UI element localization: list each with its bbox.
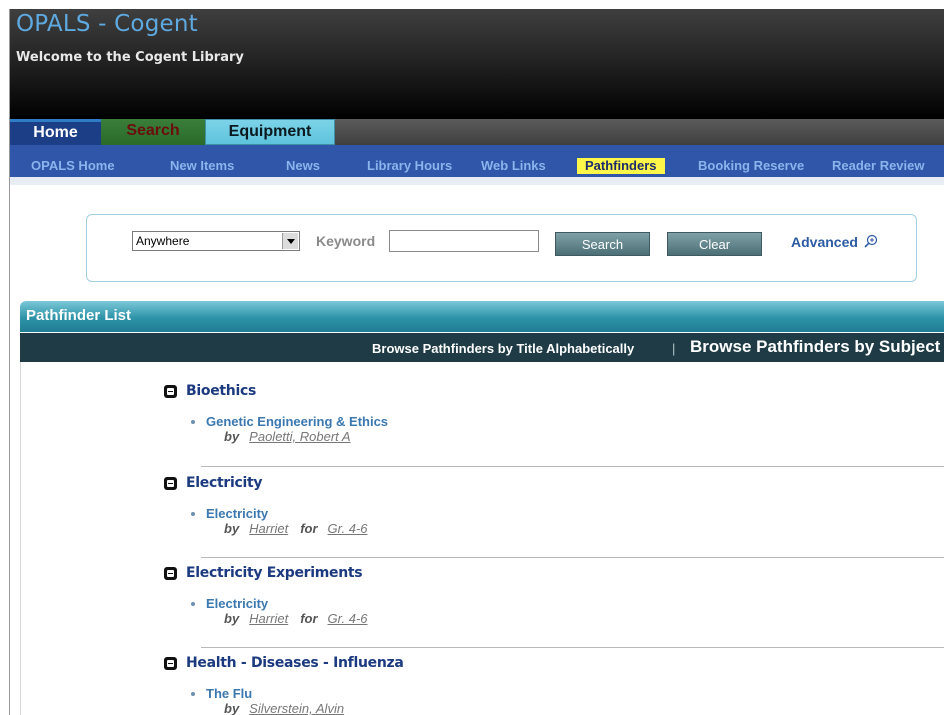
bullet-icon <box>191 420 195 424</box>
advanced-label: Advanced <box>791 234 858 250</box>
divider <box>201 647 944 648</box>
collapse-icon[interactable] <box>164 657 177 670</box>
advanced-search-link[interactable]: Advanced <box>791 234 878 250</box>
by-label: by <box>224 701 240 715</box>
site-header: OPALS - Cogent Welcome to the Cogent Lib… <box>10 9 944 119</box>
search-scope-value: Anywhere <box>136 234 190 248</box>
welcome-text: Welcome to the Cogent Library <box>16 50 244 65</box>
for-label: for <box>300 521 318 536</box>
keyword-label: Keyword <box>316 233 376 249</box>
main-tabs: Home Search Equipment <box>10 119 944 145</box>
by-label: by <box>224 429 240 444</box>
collapse-icon[interactable] <box>164 385 177 398</box>
grade-link[interactable]: Gr. 4-6 <box>328 611 368 626</box>
search-panel: Anywhere Keyword Search Clear Advanced <box>86 214 917 282</box>
pathfinder-byline: by Harriet for Gr. 4-6 <box>224 611 368 626</box>
subnav-new-items[interactable]: New Items <box>170 157 234 175</box>
subnav-reader-review[interactable]: Reader Review <box>832 157 925 175</box>
pathfinder-byline: by Paoletti, Robert A <box>224 429 351 444</box>
tab-equipment[interactable]: Equipment <box>205 119 335 145</box>
subnav-web-links[interactable]: Web Links <box>481 157 546 175</box>
dropdown-arrow-icon[interactable] <box>282 233 298 249</box>
browse-separator: | <box>672 341 676 356</box>
browse-alphabetically-link[interactable]: Browse Pathfinders by Title Alphabetical… <box>372 341 634 356</box>
clear-button[interactable]: Clear <box>667 232 762 256</box>
by-label: by <box>224 611 240 626</box>
pathfinder-list: Bioethics Genetic Engineering & Ethics b… <box>20 362 944 715</box>
keyword-input[interactable] <box>389 230 539 252</box>
browse-bar: Browse Pathfinders by Title Alphabetical… <box>20 333 944 362</box>
pathfinder-title-link[interactable]: Electricity <box>206 506 268 521</box>
subject-title: Electricity <box>186 475 263 491</box>
collapse-icon[interactable] <box>164 567 177 580</box>
app-title: OPALS - Cogent <box>16 11 198 37</box>
magnifier-plus-icon <box>864 234 878 248</box>
for-label: for <box>300 611 318 626</box>
divider <box>201 557 944 558</box>
pathfinder-title-link[interactable]: Genetic Engineering & Ethics <box>206 414 388 429</box>
tab-home[interactable]: Home <box>10 119 101 145</box>
pathfinder-title-link[interactable]: The Flu <box>206 686 252 701</box>
browser-viewport: OPALS - Cogent Welcome to the Cogent Lib… <box>9 9 944 715</box>
author-link[interactable]: Paoletti, Robert A <box>249 429 350 444</box>
collapse-icon[interactable] <box>164 477 177 490</box>
subject-title: Bioethics <box>186 383 256 399</box>
subnav-pathfinders[interactable]: Pathfinders <box>577 158 665 174</box>
pathfinder-panel-header: Pathfinder List <box>20 301 944 332</box>
subject-title: Health - Diseases - Influenza <box>186 655 404 671</box>
bullet-icon <box>191 692 195 696</box>
search-scope-select[interactable]: Anywhere <box>132 231 300 251</box>
author-link[interactable]: Harriet <box>249 521 288 536</box>
subnav-library-hours[interactable]: Library Hours <box>367 157 452 175</box>
subnav-booking-reserve[interactable]: Booking Reserve <box>698 157 804 175</box>
sub-navigation: OPALS Home New Items News Library Hours … <box>10 145 944 185</box>
subnav-opals-home[interactable]: OPALS Home <box>31 157 115 175</box>
pathfinder-byline: by Silverstein, Alvin <box>224 701 344 715</box>
panel-title: Pathfinder List <box>26 307 132 324</box>
grade-link[interactable]: Gr. 4-6 <box>328 521 368 536</box>
divider <box>201 466 944 467</box>
subject-title: Electricity Experiments <box>186 565 363 581</box>
bullet-icon <box>191 512 195 516</box>
author-link[interactable]: Silverstein, Alvin <box>249 701 344 715</box>
subnav-news[interactable]: News <box>286 157 320 175</box>
pathfinder-byline: by Harriet for Gr. 4-6 <box>224 521 368 536</box>
tab-search[interactable]: Search <box>101 119 205 145</box>
browse-by-subject-link[interactable]: Browse Pathfinders by Subject <box>690 337 940 357</box>
pathfinder-title-link[interactable]: Electricity <box>206 596 268 611</box>
bullet-icon <box>191 602 195 606</box>
by-label: by <box>224 521 240 536</box>
search-button[interactable]: Search <box>555 232 650 256</box>
author-link[interactable]: Harriet <box>249 611 288 626</box>
